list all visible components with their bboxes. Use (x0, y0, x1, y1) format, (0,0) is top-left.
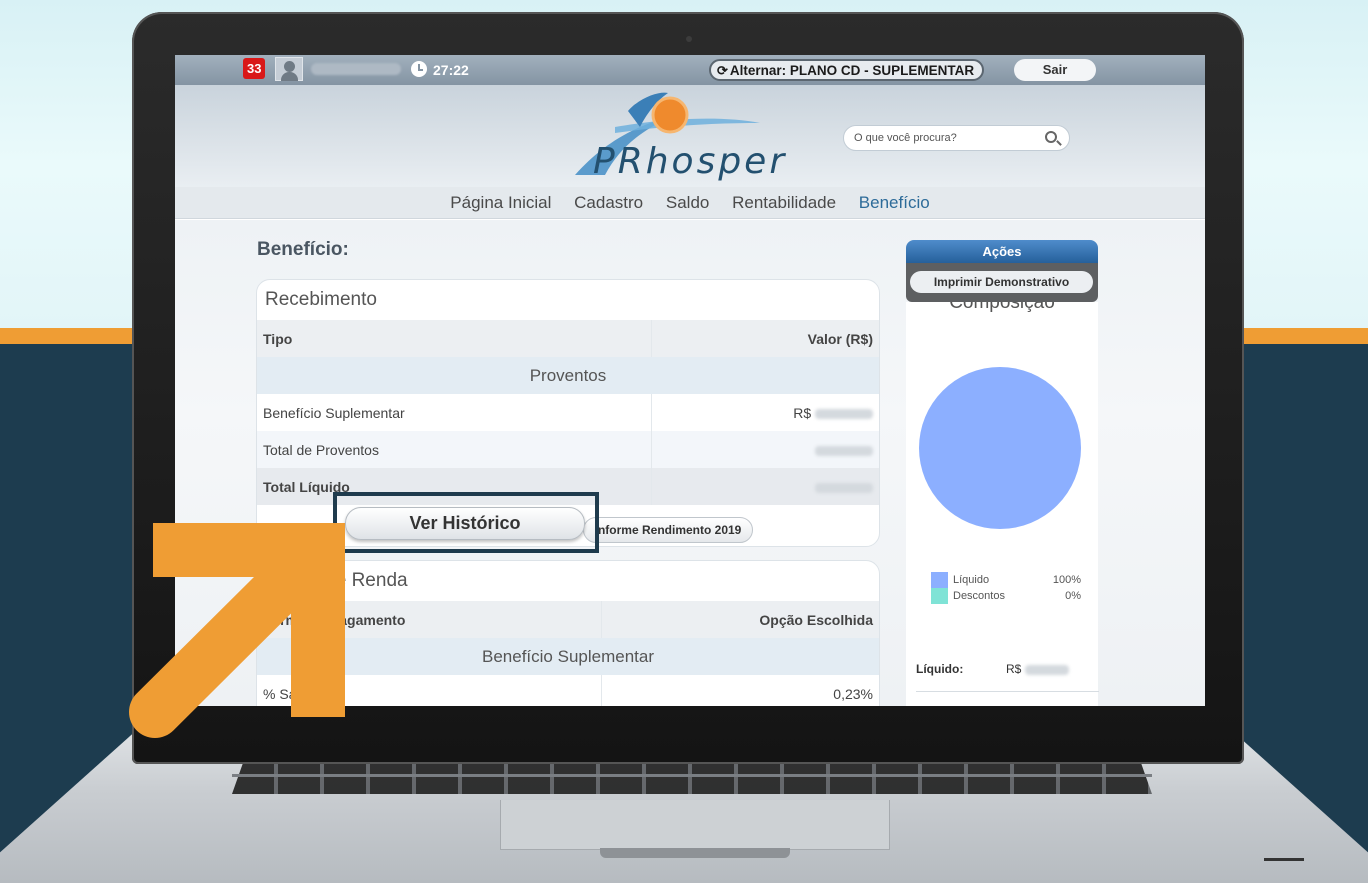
nav-item-cadastro[interactable]: Cadastro (574, 193, 643, 212)
nav-item-rentabilidade[interactable]: Rentabilidade (732, 193, 836, 212)
refresh-icon: ⟳ (717, 63, 728, 78)
legend-pct: 100% (1052, 574, 1081, 586)
switch-plan-label: Alternar: PLANO CD - SUPLEMENTAR (729, 63, 975, 78)
section-proventos: Proventos (257, 357, 879, 394)
row-total-valor (652, 479, 879, 495)
row-valor: R$ (652, 405, 879, 421)
table-header: Forma de Pagamento Opção Escolhida (257, 601, 879, 638)
laptop-trackpad (500, 800, 890, 850)
search-placeholder: O que você procura? (854, 132, 957, 144)
nav-item-beneficio[interactable]: Benefício (859, 193, 930, 212)
forma-renda-panel: Forma de Renda Forma de Pagamento Opção … (256, 560, 880, 706)
blurred-value (1024, 664, 1069, 675)
laptop-screen: 33 27:22 ⟳ Alternar: PLANO CD - SUPLEMENT… (175, 55, 1205, 706)
table-row: Total de Proventos (257, 431, 879, 468)
avatar[interactable] (275, 57, 303, 81)
blurred-value (815, 445, 873, 456)
username-blurred (311, 63, 401, 75)
col-tipo: Tipo (257, 320, 652, 357)
col-forma: Forma de Pagamento (257, 601, 602, 638)
search-icon[interactable] (1045, 131, 1057, 143)
camera-icon (686, 36, 692, 42)
blurred-value (815, 408, 873, 419)
main-nav: Página Inicial Cadastro Saldo Rentabilid… (175, 187, 1205, 219)
section-beneficio-suplementar: Benefício Suplementar (257, 638, 879, 675)
laptop-notch (600, 848, 790, 858)
laptop-led (1264, 858, 1304, 861)
imprimir-demonstrativo-button[interactable]: Imprimir Demonstrativo (910, 271, 1093, 293)
legend-item: Líquido 100% (931, 572, 1081, 588)
informe-rendimento-button[interactable]: Informe Rendimento 2019 (583, 517, 753, 543)
legend-swatch (931, 588, 948, 604)
composicao-box: Composição Líquido 100% Descontos 0% Líq… (906, 292, 1099, 706)
forma-renda-title: Forma de Renda (265, 570, 408, 591)
currency-prefix: R$ (793, 404, 812, 421)
switch-plan-button[interactable]: ⟳ Alternar: PLANO CD - SUPLEMENTAR (709, 59, 985, 81)
table-header: Tipo Valor (R$) (257, 320, 879, 357)
row-forma: % Saldo Fixo (257, 675, 602, 706)
keyboard-row (232, 774, 1152, 777)
pie-slice-liquido (919, 367, 1081, 529)
header: PRhosper O que você procura? (175, 85, 1205, 187)
main-content: Benefício: Recebimento Tipo Valor (R$) P… (175, 220, 1205, 706)
legend-swatch (931, 572, 948, 588)
blurred-value (815, 482, 873, 493)
col-opcao: Opção Escolhida (759, 611, 873, 628)
row-tipo: Total de Proventos (257, 431, 652, 468)
legend-label: Líquido (953, 574, 990, 586)
page-title: Benefício: (257, 239, 349, 260)
nav-item-saldo[interactable]: Saldo (666, 193, 709, 212)
currency-prefix: R$ (1006, 662, 1022, 676)
nav-item-pagina-inicial[interactable]: Página Inicial (450, 193, 551, 212)
col-valor: Valor (R$) (807, 330, 873, 347)
top-bar: 33 27:22 ⟳ Alternar: PLANO CD - SUPLEMENT… (175, 55, 1205, 85)
liquido-label: Líquido: (916, 662, 964, 676)
logo-text: PRhosper (593, 141, 788, 182)
session-timer: 27:22 (433, 62, 469, 78)
row-opcao: 0,23% (833, 685, 873, 702)
table-row: Benefício Suplementar R$ (257, 394, 879, 431)
acoes-header[interactable]: Ações (906, 240, 1098, 263)
logout-button[interactable]: Sair (1014, 59, 1096, 81)
clock-icon (411, 61, 427, 77)
row-tipo: Benefício Suplementar (257, 394, 652, 431)
table-row: % Saldo Fixo 0,23% (257, 675, 879, 706)
legend-pct: 0% (1065, 590, 1081, 602)
search-input[interactable]: O que você procura? (843, 125, 1070, 151)
legend-label: Descontos (953, 590, 1005, 602)
liquido-value: R$ (1006, 662, 1069, 676)
ver-historico-button[interactable]: Ver Histórico (345, 507, 585, 540)
row-valor (652, 442, 879, 458)
recebimento-title: Recebimento (265, 289, 377, 310)
legend-item: Descontos 0% (931, 588, 1081, 604)
divider (916, 691, 1099, 692)
notification-badge[interactable]: 33 (243, 58, 266, 79)
